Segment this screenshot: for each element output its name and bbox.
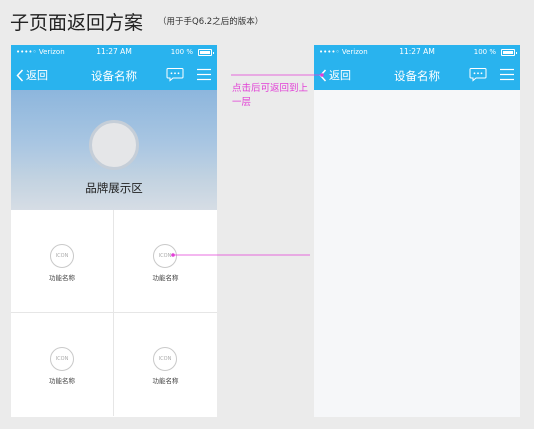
menu-icon[interactable] [500,68,514,81]
function-label: 功能名称 [49,274,75,282]
menu-icon[interactable] [197,68,211,81]
chat-icon[interactable] [469,67,487,82]
battery-icon [501,49,517,56]
brand-area: 品牌展示区 [11,90,217,210]
function-icon: ICON [50,347,74,371]
brand-logo [89,120,139,170]
battery-icon [198,49,214,56]
nav-bar: 返回 设备名称 [314,60,520,90]
function-cell[interactable]: ICON 功能名称 [11,210,114,313]
doc-subtitle: （用于手Q6.2之后的版本） [158,17,264,27]
back-label: 返回 [26,69,48,82]
chevron-left-icon [319,68,327,82]
function-label: 功能名称 [49,377,75,385]
battery-percent: 100 % [473,48,496,56]
function-label: 功能名称 [152,274,179,282]
function-label: 功能名称 [152,377,179,385]
chevron-left-icon [16,68,24,82]
doc-title: 子页面返回方案 [10,12,144,34]
back-button[interactable]: 返回 [319,67,351,83]
function-icon: ICON [153,244,177,268]
phone-left: ••••◦ Verizon 11:27 AM 100 % 返回 设备名称 品牌展… [11,45,217,417]
annotation-text: 点击后可返回到上一层 [232,83,309,108]
function-cell[interactable]: ICON 功能名称 [11,313,114,416]
function-grid: ICON 功能名称 ICON 功能名称 ICON 功能名称 ICON 功能名称 [11,210,217,417]
back-label: 返回 [329,69,351,82]
brand-label: 品牌展示区 [85,181,143,195]
status-bar: ••••◦ Verizon 11:27 AM 100 % [11,45,217,60]
status-bar: ••••◦ Verizon 11:27 AM 100 % [314,45,520,60]
back-button[interactable]: 返回 [16,67,48,83]
function-cell[interactable]: ICON 功能名称 [114,210,217,313]
nav-bar: 返回 设备名称 [11,60,217,90]
function-cell[interactable]: ICON 功能名称 [114,313,217,416]
chat-icon[interactable] [166,67,184,82]
function-icon: ICON [50,244,74,268]
battery-percent: 100 % [170,48,193,56]
function-icon: ICON [153,347,177,371]
phone-right: ••••◦ Verizon 11:27 AM 100 % 返回 设备名称 [314,45,520,417]
